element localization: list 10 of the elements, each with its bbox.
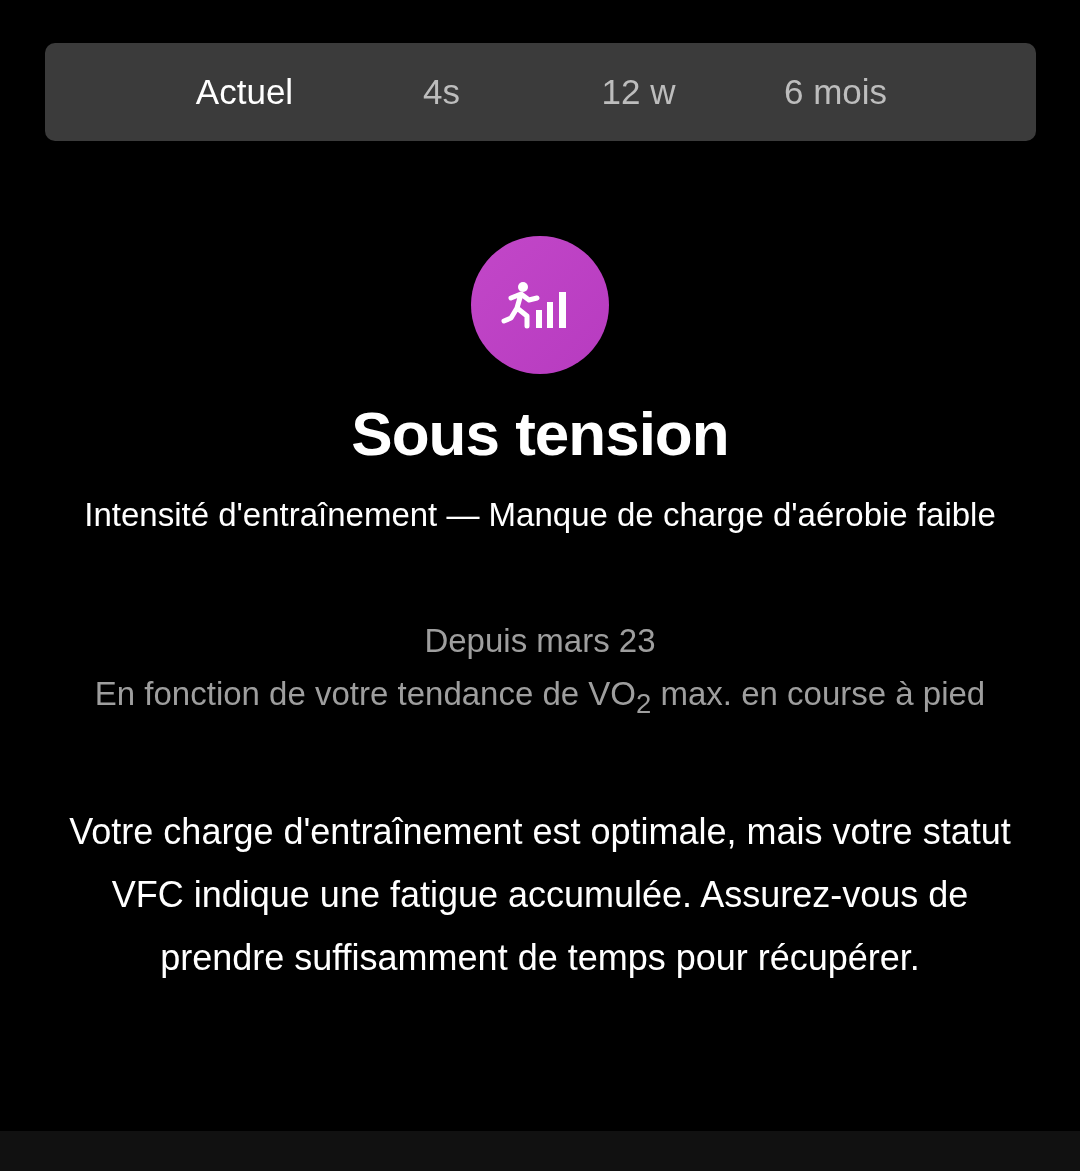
status-subtitle: Intensité d'entraînement — Manque de charge d'aérobie faible [83, 495, 997, 535]
since-date: Depuis mars 23 [424, 621, 656, 661]
status-title: Sous tension [351, 398, 729, 470]
period-tab[interactable]: Actuel [146, 62, 343, 122]
runner-bars-icon [471, 236, 609, 374]
basis-note: En fonction de votre tendance de VO$_{2}$ max. en course à pied [93, 674, 987, 721]
period-tab[interactable]: 6 mois [737, 62, 934, 122]
period-tab[interactable]: 4s [343, 62, 540, 122]
status-message: Votre charge d'entraînement est optimale, mais votre statut VFC indique une fatigue accumulée. Assurez-vous de prendre suffisamment de temps pour récupérer. [68, 809, 1012, 980]
period-tab[interactable]: 12 w [540, 62, 737, 122]
